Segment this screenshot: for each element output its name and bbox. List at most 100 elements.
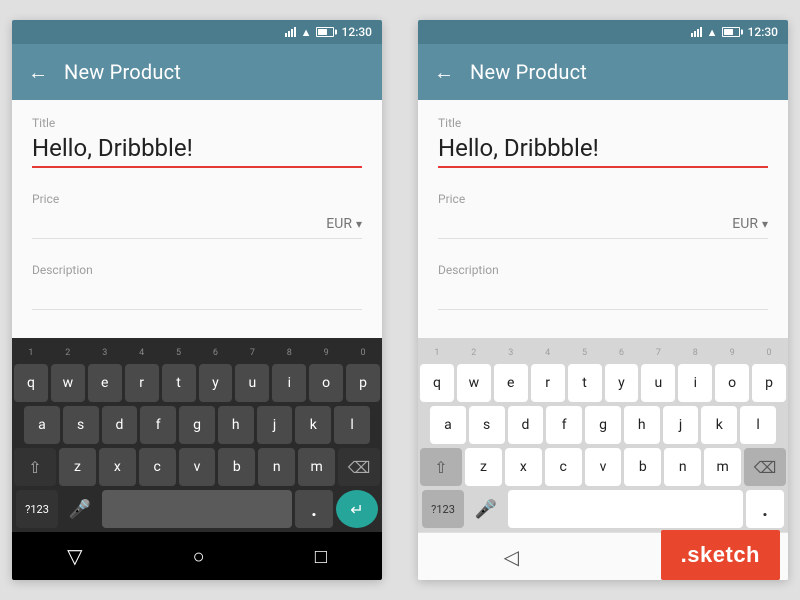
mic-key-dark[interactable]: 🎤 [61, 490, 99, 528]
key-l-w[interactable]: w [457, 364, 491, 402]
price-value-light[interactable] [438, 210, 724, 234]
key-l-k[interactable]: k [701, 406, 737, 444]
form-area-dark: Title Hello, Dribbble! Price EUR ▾ Descr… [12, 100, 382, 338]
key-l-j[interactable]: j [663, 406, 699, 444]
key-l-z[interactable]: z [465, 448, 502, 486]
key-l-f[interactable]: f [546, 406, 582, 444]
key-l-l[interactable]: l [740, 406, 776, 444]
shift-key-light[interactable]: ⇧ [420, 448, 462, 486]
keyboard-dark: 1 2 3 4 5 6 7 8 9 0 q w e r t y u i [12, 338, 382, 532]
hint-l-7: 7 [641, 342, 675, 364]
spacebar-light[interactable] [508, 490, 743, 528]
price-value-dark[interactable] [32, 210, 318, 234]
key-l[interactable]: l [334, 406, 370, 444]
title-value-dark[interactable]: Hello, Dribbble! [32, 134, 362, 168]
description-group-light: Description [438, 263, 768, 310]
num123-key-dark[interactable]: ?123 [16, 490, 58, 528]
key-l-p[interactable]: p [752, 364, 786, 402]
key-l-c[interactable]: c [545, 448, 582, 486]
currency-select-light[interactable]: EUR ▾ [732, 216, 768, 234]
key-l-t[interactable]: t [568, 364, 602, 402]
hint-l-0: 0 [752, 342, 786, 364]
hint-l-8: 8 [678, 342, 712, 364]
key-h[interactable]: h [218, 406, 254, 444]
key-x[interactable]: x [99, 448, 136, 486]
nav-back-light[interactable]: ◁ [504, 545, 519, 569]
key-l-a[interactable]: a [430, 406, 466, 444]
keyboard-light: 1 2 3 4 5 6 7 8 9 0 q w e r t y u i [418, 338, 788, 532]
key-l-o[interactable]: o [715, 364, 749, 402]
key-l-r[interactable]: r [531, 364, 565, 402]
key-l-y[interactable]: y [605, 364, 639, 402]
key-t[interactable]: t [162, 364, 196, 402]
key-l-u[interactable]: u [641, 364, 675, 402]
hint-l-6: 6 [605, 342, 639, 364]
enter-key-dark[interactable]: ↵ [336, 490, 378, 528]
title-value-light[interactable]: Hello, Dribbble! [438, 134, 768, 168]
status-icons-light: ▲ 12:30 [691, 25, 778, 39]
num123-key-light[interactable]: ?123 [422, 490, 464, 528]
key-b[interactable]: b [218, 448, 255, 486]
key-p[interactable]: p [346, 364, 380, 402]
key-r[interactable]: r [125, 364, 159, 402]
key-f[interactable]: f [140, 406, 176, 444]
battery-icon [316, 27, 334, 37]
key-l-b[interactable]: b [624, 448, 661, 486]
desc-value-light[interactable] [438, 281, 768, 305]
page-wrapper: ▲ 12:30 ← New Product Title Hello, Dribb… [0, 0, 800, 600]
key-o[interactable]: o [309, 364, 343, 402]
key-k[interactable]: k [295, 406, 331, 444]
back-button-dark[interactable]: ← [28, 60, 48, 85]
key-e[interactable]: e [88, 364, 122, 402]
desc-value-dark[interactable] [32, 281, 362, 305]
desc-label-dark: Description [32, 263, 362, 277]
key-j[interactable]: j [257, 406, 293, 444]
key-q[interactable]: q [14, 364, 48, 402]
key-l-i[interactable]: i [678, 364, 712, 402]
nav-back-dark[interactable]: ▽ [67, 544, 82, 568]
hint-l-5: 5 [568, 342, 602, 364]
key-l-e[interactable]: e [494, 364, 528, 402]
dot-key-light[interactable]: . [746, 490, 784, 528]
key-u[interactable]: u [235, 364, 269, 402]
key-s[interactable]: s [63, 406, 99, 444]
hint-9: 9 [309, 342, 343, 364]
description-group-dark: Description [32, 263, 362, 310]
hint-l-9: 9 [715, 342, 749, 364]
backspace-key-light[interactable]: ⌫ [744, 448, 786, 486]
key-i[interactable]: i [272, 364, 306, 402]
key-l-d[interactable]: d [508, 406, 544, 444]
key-l-h[interactable]: h [624, 406, 660, 444]
nav-home-dark[interactable]: ○ [193, 544, 205, 569]
key-v[interactable]: v [179, 448, 216, 486]
nav-recent-dark[interactable]: □ [315, 544, 327, 569]
form-area-light: Title Hello, Dribbble! Price EUR ▾ Descr… [418, 100, 788, 338]
toolbar-title-dark: New Product [64, 60, 181, 84]
key-l-q[interactable]: q [420, 364, 454, 402]
shift-key-dark[interactable]: ⇧ [14, 448, 56, 486]
currency-select-dark[interactable]: EUR ▾ [326, 216, 362, 234]
key-l-n[interactable]: n [664, 448, 701, 486]
key-l-v[interactable]: v [585, 448, 622, 486]
key-l-x[interactable]: x [505, 448, 542, 486]
currency-arrow-light: ▾ [762, 217, 768, 231]
key-l-g[interactable]: g [585, 406, 621, 444]
hint-3: 3 [88, 342, 122, 364]
wifi-icon-light: ▲ [707, 26, 718, 39]
mic-key-light[interactable]: 🎤 [467, 490, 505, 528]
key-w[interactable]: w [51, 364, 85, 402]
key-l-m[interactable]: m [704, 448, 741, 486]
key-d[interactable]: d [102, 406, 138, 444]
key-z[interactable]: z [59, 448, 96, 486]
key-y[interactable]: y [199, 364, 233, 402]
key-g[interactable]: g [179, 406, 215, 444]
key-m[interactable]: m [298, 448, 335, 486]
back-button-light[interactable]: ← [434, 60, 454, 85]
spacebar-dark[interactable] [102, 490, 292, 528]
key-n[interactable]: n [258, 448, 295, 486]
key-c[interactable]: c [139, 448, 176, 486]
key-l-s[interactable]: s [469, 406, 505, 444]
dot-key-dark[interactable]: . [295, 490, 333, 528]
backspace-key-dark[interactable]: ⌫ [338, 448, 380, 486]
key-a[interactable]: a [24, 406, 60, 444]
